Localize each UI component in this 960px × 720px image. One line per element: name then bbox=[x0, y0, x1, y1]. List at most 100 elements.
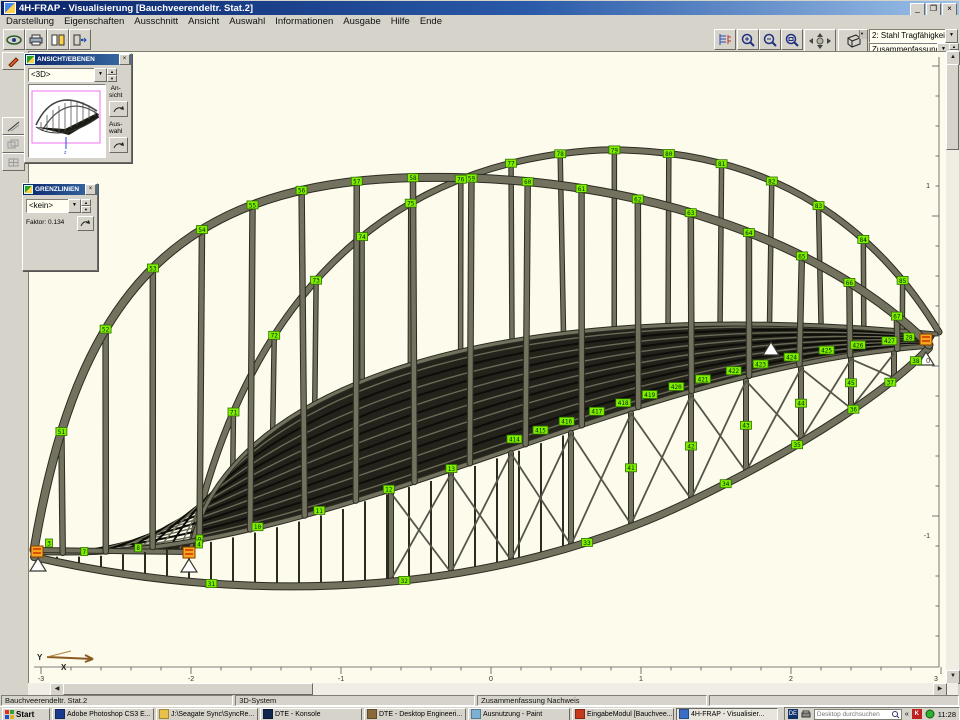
svg-text:41: 41 bbox=[627, 465, 635, 472]
svg-text:55: 55 bbox=[249, 202, 257, 209]
start-button[interactable]: Start bbox=[2, 708, 50, 720]
scroll-up-icon[interactable]: ▲ bbox=[946, 51, 960, 65]
exit-button[interactable] bbox=[69, 29, 91, 50]
tray-k-icon[interactable]: K bbox=[912, 709, 922, 719]
panel-grenzlinien-close-icon[interactable]: × bbox=[85, 184, 96, 195]
menu-item-ende[interactable]: Ende bbox=[415, 16, 447, 27]
section-button[interactable] bbox=[2, 117, 25, 135]
menu-item-hilfe[interactable]: Hilfe bbox=[386, 16, 415, 27]
menu-item-ausschnitt[interactable]: Ausschnitt bbox=[129, 16, 183, 27]
view-thumbnail[interactable]: z bbox=[28, 84, 106, 158]
desktop-search-input[interactable] bbox=[815, 710, 891, 718]
auswahl-apply-button[interactable] bbox=[109, 137, 128, 153]
taskbar-item-0[interactable]: Adobe Photoshop CS3 E... bbox=[52, 708, 154, 720]
ansicht-apply-button[interactable] bbox=[109, 101, 128, 117]
keyboard-layout-icon[interactable]: DE bbox=[788, 709, 798, 719]
menu-item-ansicht[interactable]: Ansicht bbox=[183, 16, 224, 27]
x-brace bbox=[571, 413, 631, 545]
scroll-down-icon[interactable]: ▼ bbox=[946, 670, 960, 684]
print-button[interactable] bbox=[25, 29, 47, 50]
vertical-scrollbar[interactable]: ▲ ▼ bbox=[946, 51, 959, 683]
grenzlinien-dropdown[interactable]: ▼ bbox=[68, 199, 81, 213]
member-number-label: 427 bbox=[882, 337, 897, 345]
maximize-button[interactable]: ❐ bbox=[926, 3, 941, 16]
member-number-label: 65 bbox=[796, 252, 807, 260]
desktop-screen: 4H-FRAP - Visualisierung [Bauchveerendel… bbox=[0, 0, 960, 720]
near-hanger bbox=[638, 199, 639, 407]
status-cell-1: 3D-System bbox=[235, 695, 475, 706]
svg-text:62: 62 bbox=[634, 196, 642, 203]
zoom-window-button[interactable] bbox=[781, 29, 803, 50]
menu-item-darstellung[interactable]: Darstellung bbox=[1, 16, 59, 27]
columns-icon bbox=[51, 34, 65, 46]
taskbar-item-1[interactable]: J:\Seagate Sync\SyncRe... bbox=[156, 708, 258, 720]
menu-item-informationen[interactable]: Informationen bbox=[270, 16, 338, 27]
app-titlebar: 4H-FRAP - Visualisierung [Bauchveerendel… bbox=[1, 1, 959, 15]
member-number-label: 84 bbox=[858, 235, 869, 243]
taskbar-item-icon bbox=[55, 709, 65, 719]
taskbar-item-3[interactable]: DTE - Desktop Engineeri... bbox=[364, 708, 466, 720]
member-number-label: 44 bbox=[796, 399, 807, 407]
horizontal-scrollbar[interactable]: ◀ ▶ bbox=[28, 683, 958, 695]
svg-text:420: 420 bbox=[671, 384, 682, 391]
taskbar-item-6[interactable]: 4H-FRAP - Visualisier... bbox=[676, 708, 778, 720]
taskbar-item-2[interactable]: DTE - Konsole bbox=[260, 708, 362, 720]
status-cell-3 bbox=[709, 695, 959, 706]
taskbar-item-5[interactable]: EingabeModul [Bauchvee... bbox=[572, 708, 674, 720]
result-case-combo[interactable]: 2: Stahl Tragfähigkeit (Th. 2. O bbox=[869, 29, 949, 43]
view-plane-dropdown[interactable]: ▼ bbox=[94, 68, 107, 82]
panel-ansicht-titlebar[interactable]: ANSICHT/EBENEN × bbox=[25, 54, 131, 65]
view-eye-button[interactable] bbox=[3, 29, 25, 50]
redraw-button[interactable] bbox=[2, 52, 25, 70]
faktor-apply-button[interactable] bbox=[77, 216, 94, 231]
svg-text:58: 58 bbox=[409, 175, 417, 182]
tray-expand-icon[interactable]: « bbox=[905, 711, 909, 718]
menu-item-ausgabe[interactable]: Ausgabe bbox=[338, 16, 386, 27]
result-case-dropdown[interactable]: ▼ bbox=[945, 29, 958, 43]
svg-text:28: 28 bbox=[905, 334, 913, 341]
grid-button[interactable] bbox=[2, 153, 25, 171]
pan-control[interactable] bbox=[804, 29, 836, 52]
member-number-label: 7 bbox=[81, 548, 88, 556]
horizontal-scroll-thumb[interactable] bbox=[63, 683, 313, 695]
grenzlinien-spinner[interactable]: ▲▼ bbox=[81, 199, 91, 211]
auswahl-label: Aus- wahl bbox=[109, 121, 122, 135]
grenzlinien-combo[interactable]: <kein> bbox=[26, 199, 72, 213]
minimize-button[interactable]: _ bbox=[910, 3, 925, 16]
member-number-label: 81 bbox=[716, 160, 727, 168]
svg-text:32: 32 bbox=[401, 578, 409, 585]
tray-printer-icon[interactable] bbox=[801, 710, 811, 719]
ansicht-label: An- sicht bbox=[109, 85, 122, 99]
member-number-label: 82 bbox=[766, 177, 777, 185]
member-number-label: 63 bbox=[685, 209, 696, 217]
result-tree-button[interactable] bbox=[714, 29, 736, 50]
menu-bar: DarstellungEigenschaftenAusschnittAnsich… bbox=[1, 15, 959, 28]
menu-item-eigenschaften[interactable]: Eigenschaften bbox=[59, 16, 129, 27]
layers-button[interactable] bbox=[2, 135, 25, 153]
taskbar-item-icon bbox=[471, 709, 481, 719]
close-button[interactable]: × bbox=[942, 3, 957, 16]
panel-ansicht-close-icon[interactable]: × bbox=[119, 54, 130, 65]
zoom-in-button[interactable] bbox=[737, 29, 759, 50]
zoom-out-button[interactable] bbox=[759, 29, 781, 50]
tray-status-icon[interactable] bbox=[925, 709, 935, 719]
view-3d-button[interactable]: ▼ bbox=[838, 29, 868, 52]
desktop-search-box[interactable] bbox=[814, 709, 902, 720]
system-tray: DE « K 11:28 bbox=[784, 707, 960, 720]
view-plane-spinner[interactable]: ▲▼ bbox=[107, 68, 117, 80]
member-number-label: 53 bbox=[147, 264, 158, 272]
viewport-canvas[interactable]: 5152535455565758596061626364656667717273… bbox=[28, 51, 946, 684]
svg-text:75: 75 bbox=[407, 201, 415, 208]
member-number-label: 416 bbox=[559, 417, 574, 425]
svg-text:66: 66 bbox=[846, 280, 854, 287]
panel-grenzlinien-titlebar[interactable]: GRENZLINIEN × bbox=[23, 184, 97, 195]
taskbar-item-4[interactable]: Ausnutzung - Paint bbox=[468, 708, 570, 720]
app-title: 4H-FRAP - Visualisierung [Bauchveerendel… bbox=[19, 3, 253, 14]
view-plane-combo[interactable]: <3D> bbox=[28, 68, 96, 82]
menu-item-auswahl[interactable]: Auswahl bbox=[224, 16, 270, 27]
taskbar-item-icon bbox=[367, 709, 377, 719]
windows-button[interactable] bbox=[47, 29, 69, 50]
cube-dropdown-arrow[interactable]: ▼ bbox=[859, 30, 867, 39]
svg-text:425: 425 bbox=[821, 348, 832, 355]
vertical-scroll-thumb[interactable] bbox=[946, 64, 959, 150]
